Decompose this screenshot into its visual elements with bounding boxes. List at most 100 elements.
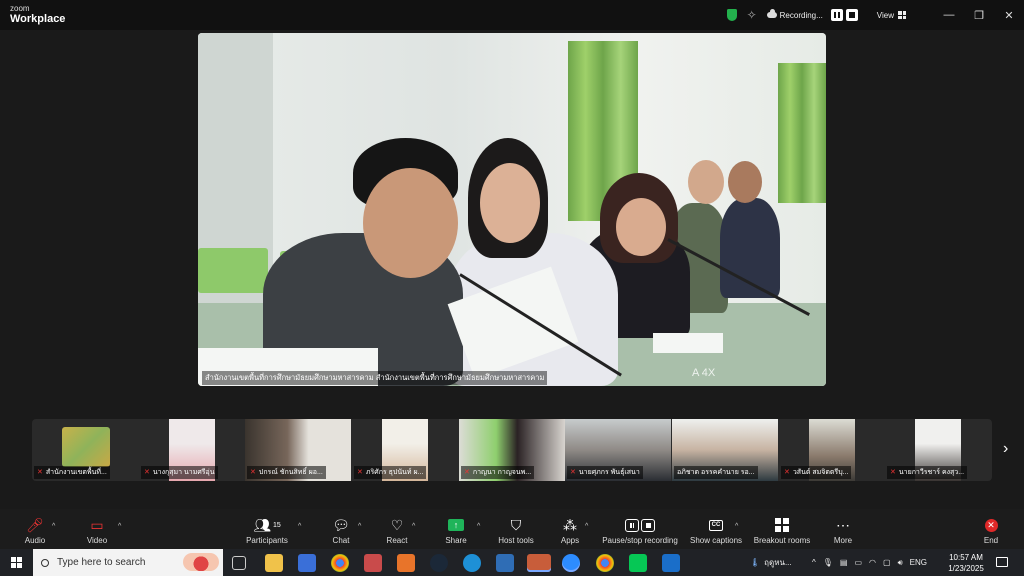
chat-button[interactable]: 💬︎ Chat [326, 516, 356, 546]
video-chair [198, 248, 268, 293]
encryption-shield-icon[interactable] [726, 9, 737, 21]
video-curtain [778, 63, 826, 203]
edge-icon[interactable] [463, 554, 481, 572]
audio-button[interactable]: 🎤︎ Audio [20, 516, 50, 546]
participant-thumbnail[interactable]: ✕ สำนักงานเขตพื้นที่... [32, 419, 138, 481]
muted-mic-icon: ✕ [784, 469, 790, 476]
react-options-caret-icon[interactable]: ^ [412, 523, 415, 530]
muted-mic-icon: ✕ [357, 469, 363, 476]
participants-button[interactable]: 👥︎ 15 Participants [240, 516, 294, 546]
app-icon[interactable] [364, 554, 382, 572]
end-x-icon: ✕ [984, 518, 998, 532]
chrome-icon[interactable] [331, 554, 349, 572]
steam-icon[interactable] [430, 554, 448, 572]
restore-button[interactable]: ❐ [964, 9, 994, 22]
zoom-taskbar-icon[interactable] [562, 554, 580, 572]
vlc-icon[interactable] [397, 554, 415, 572]
display-tray-icon[interactable]: ▢ [883, 558, 891, 567]
gallery-view-icon[interactable] [898, 11, 906, 19]
video-person-head [363, 168, 458, 278]
muted-mic-icon: ✕ [890, 469, 896, 476]
show-captions-button[interactable]: CC Show captions [688, 516, 744, 545]
pause-stop-recording-button[interactable]: Pause/stop recording [600, 516, 680, 545]
muted-mic-icon: ✕ [144, 469, 150, 476]
participants-count: 15 [272, 521, 281, 529]
audio-options-caret-icon[interactable]: ^ [52, 523, 55, 530]
more-label: More [833, 536, 853, 545]
participant-thumbnail[interactable]: ✕ วสันต์ สมจิตตรีบุ... [779, 419, 885, 481]
speaker-name-label: สำนักงานเขตพื้นที่การศึกษามัธยมศึกษามหาส… [202, 371, 548, 385]
line-icon[interactable] [629, 554, 647, 572]
chat-options-caret-icon[interactable]: ^ [358, 523, 361, 530]
end-meeting-button[interactable]: ✕ End [980, 516, 1002, 545]
apps-options-caret-icon[interactable]: ^ [585, 523, 588, 530]
view-button[interactable]: View [877, 11, 894, 20]
participant-thumbnail[interactable]: อภิชาต อรรคคำนาย รอ... [672, 419, 778, 481]
chat-label: Chat [332, 536, 350, 545]
host-tools-button[interactable]: ⛉ Host tools [496, 516, 536, 546]
video-label: Video [86, 536, 108, 545]
captions-options-caret-icon[interactable]: ^ [735, 523, 738, 530]
audio-label: Audio [24, 536, 46, 545]
zoom-workplace-logo: zoom Workplace [10, 5, 65, 25]
participant-name: อภิชาต อรรคคำนาย รอ... [674, 466, 758, 479]
app-icon[interactable] [496, 554, 514, 572]
breakout-rooms-button[interactable]: Breakout rooms [752, 516, 812, 545]
participant-name: ✕ สำนักงานเขตพื้นที่... [34, 466, 110, 479]
participant-thumbnail[interactable]: ✕ นางกุสุมา นามศรีอุ่น [139, 419, 245, 481]
video-button[interactable]: ▭ Video [82, 516, 112, 546]
minimize-button[interactable]: — [934, 9, 964, 21]
participant-thumbnail[interactable]: ✕ กาญนา กาญจนพ... [459, 419, 565, 481]
apps-button[interactable]: ⁂ Apps [555, 516, 585, 546]
language-indicator[interactable]: ENG [910, 558, 927, 567]
captions-icon: CC [708, 519, 724, 531]
notifications-icon[interactable] [996, 557, 1008, 567]
taskbar-search-box[interactable]: Type here to search [33, 549, 223, 576]
close-button[interactable]: ✕ [994, 9, 1024, 22]
active-speaker-video[interactable]: สำนักงานเขตพื้นที่การศึกษามัธยมศึกษามหาส… [198, 33, 826, 386]
microphone-tray-icon[interactable]: 🎙︎ [823, 558, 833, 567]
participant-thumbnail[interactable]: ✕ ปกรณ์ ชักนสิทธิ์ ผอ... [245, 419, 351, 481]
react-button[interactable]: ♡ React [382, 516, 412, 546]
chat-icon: 💬︎ [332, 516, 350, 533]
share-button[interactable]: ↑ Share [441, 516, 471, 545]
video-options-caret-icon[interactable]: ^ [118, 523, 121, 530]
show-hidden-icons-chevron-icon[interactable]: ^ [812, 558, 816, 567]
wifi-tray-icon[interactable]: ◠ [869, 558, 876, 567]
video-watermark: A 4X [692, 367, 716, 379]
pause-recording-button[interactable] [830, 9, 843, 21]
stop-recording-button[interactable] [845, 9, 858, 21]
system-clock[interactable]: 10:57 AM 1/23/2025 [940, 552, 992, 574]
volume-tray-icon[interactable]: 🔊︎ [898, 558, 903, 568]
zoom-titlebar: zoom Workplace ✧ Recording... View — ❐ ✕ [0, 0, 1024, 30]
file-explorer-icon[interactable] [265, 554, 283, 572]
share-options-caret-icon[interactable]: ^ [477, 523, 480, 530]
battery-tray-icon[interactable]: ▭ [854, 558, 862, 567]
search-icon [41, 558, 49, 567]
windows-start-icon[interactable] [11, 557, 22, 568]
muted-mic-icon: ✕ [250, 469, 256, 476]
recording-status: Recording... [779, 10, 823, 20]
network-tray-icon[interactable]: ▤ [840, 558, 848, 567]
participant-thumbnail[interactable]: ✕ นายกาวีรชาร์ คงสุว... [885, 419, 991, 481]
share-label: Share [445, 536, 467, 545]
pause-stop-icon [625, 518, 655, 532]
task-view-icon[interactable] [232, 556, 246, 570]
store-icon[interactable] [298, 554, 316, 572]
host-shield-icon: ⛉ [510, 516, 522, 533]
ai-companion-icon[interactable]: ✧ [747, 8, 757, 22]
weather-text: ฤดูหน... [764, 558, 792, 567]
search-highlight-image [183, 553, 219, 571]
host-tools-label: Host tools [498, 536, 534, 545]
more-button[interactable]: ⋯ More [830, 516, 856, 546]
chrome-icon[interactable] [596, 554, 614, 572]
muted-mic-icon: ✕ [464, 469, 470, 476]
participant-thumbnail[interactable]: ✕ ภริศักร ธุปนันท์ ผ... [352, 419, 458, 481]
app-icon[interactable] [527, 554, 551, 572]
participants-options-caret-icon[interactable]: ^ [298, 523, 301, 530]
photos-icon[interactable] [662, 554, 680, 572]
next-page-chevron-icon[interactable]: › [1003, 440, 1008, 458]
participant-thumbnail[interactable]: ✕ นายศุภกร พันธุ์เสนา [565, 419, 671, 481]
clock-date: 1/23/2025 [948, 564, 984, 573]
muted-mic-icon: ✕ [570, 469, 576, 476]
